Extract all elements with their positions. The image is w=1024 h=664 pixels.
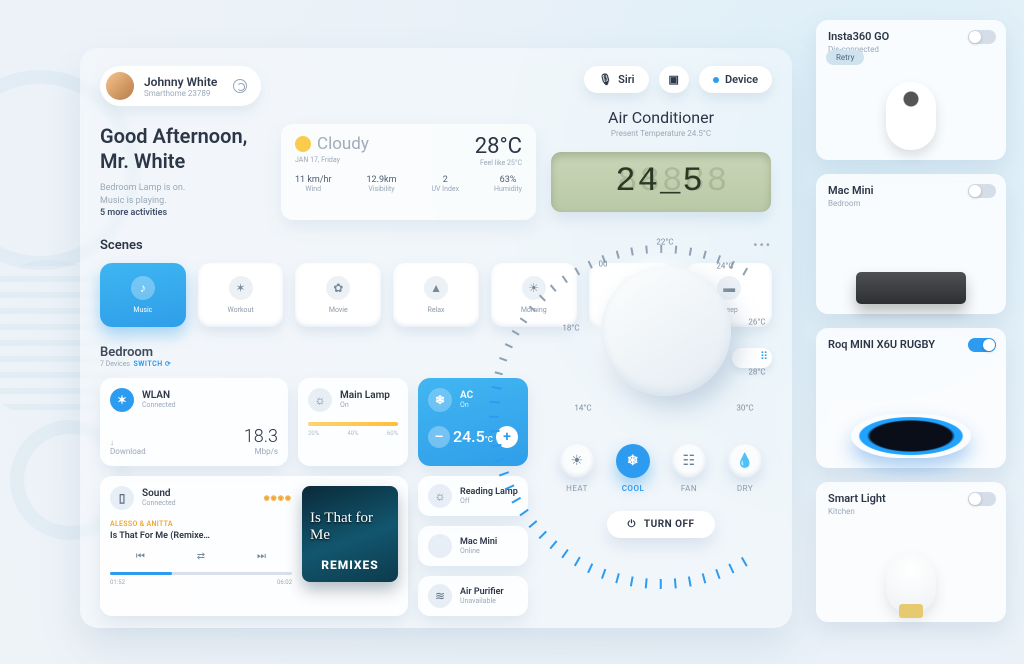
speaker-icon: ▯	[110, 486, 134, 510]
air-purifier-tile[interactable]: ≋ Air PurifierUnavailable	[418, 576, 528, 616]
prev-track-button[interactable]: ⏮	[136, 551, 145, 562]
device-status: Bedroom	[828, 199, 994, 208]
wlan-speed: 18.3	[244, 426, 278, 447]
track-title: Is That For Me (Remixe…	[110, 531, 292, 541]
ac-lcd-display: 88888 24_5	[551, 152, 771, 212]
device-image	[886, 552, 936, 612]
mode-heat[interactable]: ☀ HEAT	[560, 444, 594, 493]
siri-button[interactable]: 🎙 Siri	[584, 66, 648, 93]
switch-room-link[interactable]: SWITCH ⟳	[134, 360, 172, 368]
device-toggle[interactable]	[968, 492, 996, 506]
artist-label: ALESSO & ANITTA	[110, 520, 292, 528]
activity-line: Bedroom Lamp is on.	[100, 183, 185, 193]
device-toggle[interactable]	[968, 30, 996, 44]
scene-icon: ♪	[131, 276, 155, 300]
ac-tile[interactable]: ❄ ACOn – 24.5°C +	[418, 378, 528, 466]
reading-lamp-tile[interactable]: ☼ Reading LampOff	[418, 476, 528, 516]
weather-stat: 63%Humidity	[494, 175, 522, 193]
ac-title: Air Conditioner	[608, 108, 714, 127]
record-icon	[713, 77, 719, 83]
dry-icon: 💧	[728, 444, 762, 478]
scene-icon: ✶	[229, 276, 253, 300]
activity-line: Music is playing.	[100, 196, 167, 206]
cool-icon: ❄	[616, 444, 650, 478]
device-image	[856, 272, 966, 304]
wlan-tile[interactable]: ✶ WLANConnected ↓Download 18.3Mbp/s	[100, 378, 288, 466]
turn-off-button[interactable]: ⏻ TURN OFF	[607, 511, 714, 538]
top-actions: 🎙 Siri ▣ Device	[584, 66, 772, 93]
mode-fan[interactable]: ☷ FAN	[672, 444, 706, 493]
avatar	[106, 72, 134, 100]
weather-temp: 28°C	[475, 134, 522, 159]
device-status: Kitchen	[828, 507, 994, 516]
main-lamp-tile[interactable]: ☼ Main LampOn 20%40%60%	[298, 378, 408, 466]
wind-icon: ≋	[428, 584, 452, 608]
wifi-icon: ✶	[110, 388, 134, 412]
macmini-tile[interactable]: Mac MiniOnline	[418, 526, 528, 566]
sync-icon[interactable]	[233, 79, 247, 93]
scene-music[interactable]: ♪ Music	[100, 263, 186, 327]
device-image	[886, 82, 936, 150]
lamp-icon: ☼	[428, 484, 452, 508]
next-track-button[interactable]: ⏭	[257, 551, 266, 562]
weather-stat: 12.9kmVisibility	[366, 175, 396, 193]
snowflake-icon: ❄	[428, 388, 452, 412]
power-icon: ⏻	[627, 519, 635, 530]
scene-icon: ✿	[326, 276, 350, 300]
more-activities-link[interactable]: 5 more activities	[100, 208, 167, 218]
ac-dial[interactable]: 14°C 18°C 00 22°C 24°C 26°C 28°C 30°C	[561, 236, 761, 426]
device-image	[851, 414, 971, 458]
heat-icon: ☀	[560, 444, 594, 478]
mode-dry[interactable]: 💧 DRY	[728, 444, 762, 493]
user-profile-pill[interactable]: Johnny White Smarthome 23789	[100, 66, 261, 106]
device-card-bulb[interactable]: Smart Light Kitchen	[816, 482, 1006, 622]
equalizer-icon: ◉◉◉◉	[264, 494, 292, 502]
ac-panel: Air Conditioner Present Temperature 24.5…	[550, 108, 772, 538]
greeting-block: Good Afternoon, Mr. White Bedroom Lamp i…	[100, 124, 255, 220]
music-tile[interactable]: ▯ SoundConnected ◉◉◉◉ ALESSO & ANITTA Is…	[100, 476, 408, 616]
temp-down-button[interactable]: –	[428, 426, 450, 448]
device-toggle[interactable]	[968, 184, 996, 198]
dashboard-card: Johnny White Smarthome 23789 🎙 Siri ▣ De…	[80, 48, 792, 628]
download-icon: ↓	[110, 438, 114, 447]
device-card-macmini[interactable]: Mac Mini Bedroom	[816, 174, 1006, 314]
apple-icon	[428, 534, 452, 558]
progress-slider[interactable]	[110, 572, 292, 575]
weather-date: JAN 17, Friday	[295, 156, 369, 164]
mode-cool[interactable]: ❄ COOL	[616, 444, 650, 493]
scene-relax[interactable]: ▲ Relax	[393, 263, 479, 327]
room-title: Bedroom	[100, 345, 171, 360]
weather-stat: 11 km/hrWind	[295, 175, 332, 193]
scene-workout[interactable]: ✶ Workout	[198, 263, 284, 327]
scene-icon: ▲	[424, 276, 448, 300]
weather-condition: Cloudy	[317, 134, 369, 154]
weather-stat: 2UV Index	[431, 175, 459, 193]
camera-icon: ▣	[669, 73, 679, 86]
bulb-icon: ☼	[308, 388, 332, 412]
scene-movie[interactable]: ✿ Movie	[295, 263, 381, 327]
device-card-insta[interactable]: Insta360 GO Dis-connected Retry	[816, 20, 1006, 160]
weather-icon	[295, 136, 311, 152]
fan-icon: ☷	[672, 444, 706, 478]
device-button[interactable]: Device	[699, 66, 772, 93]
device-toggle[interactable]	[968, 338, 996, 352]
album-art[interactable]: Is That for Me REMIXES	[302, 486, 398, 582]
device-card-rugby[interactable]: Roq MINI X6U RUGBY	[816, 328, 1006, 468]
device-column: Insta360 GO Dis-connected Retry Mac Mini…	[816, 20, 1006, 622]
weather-card[interactable]: Cloudy JAN 17, Friday 28°C Feel like 25°…	[281, 124, 536, 220]
brightness-slider[interactable]	[308, 422, 398, 426]
greeting-title: Good Afternoon, Mr. White	[100, 124, 255, 174]
user-name: Johnny White	[144, 75, 217, 89]
microphone-icon: 🎙	[598, 73, 612, 86]
weather-feels-like: Feel like 25°C	[475, 159, 522, 167]
camera-button[interactable]: ▣	[659, 66, 689, 93]
user-home-id: Smarthome 23789	[144, 89, 217, 98]
shuffle-button[interactable]: ⇄	[197, 551, 205, 562]
retry-button[interactable]: Retry	[826, 50, 864, 65]
ac-subtitle: Present Temperature 24.5°C	[611, 129, 711, 138]
